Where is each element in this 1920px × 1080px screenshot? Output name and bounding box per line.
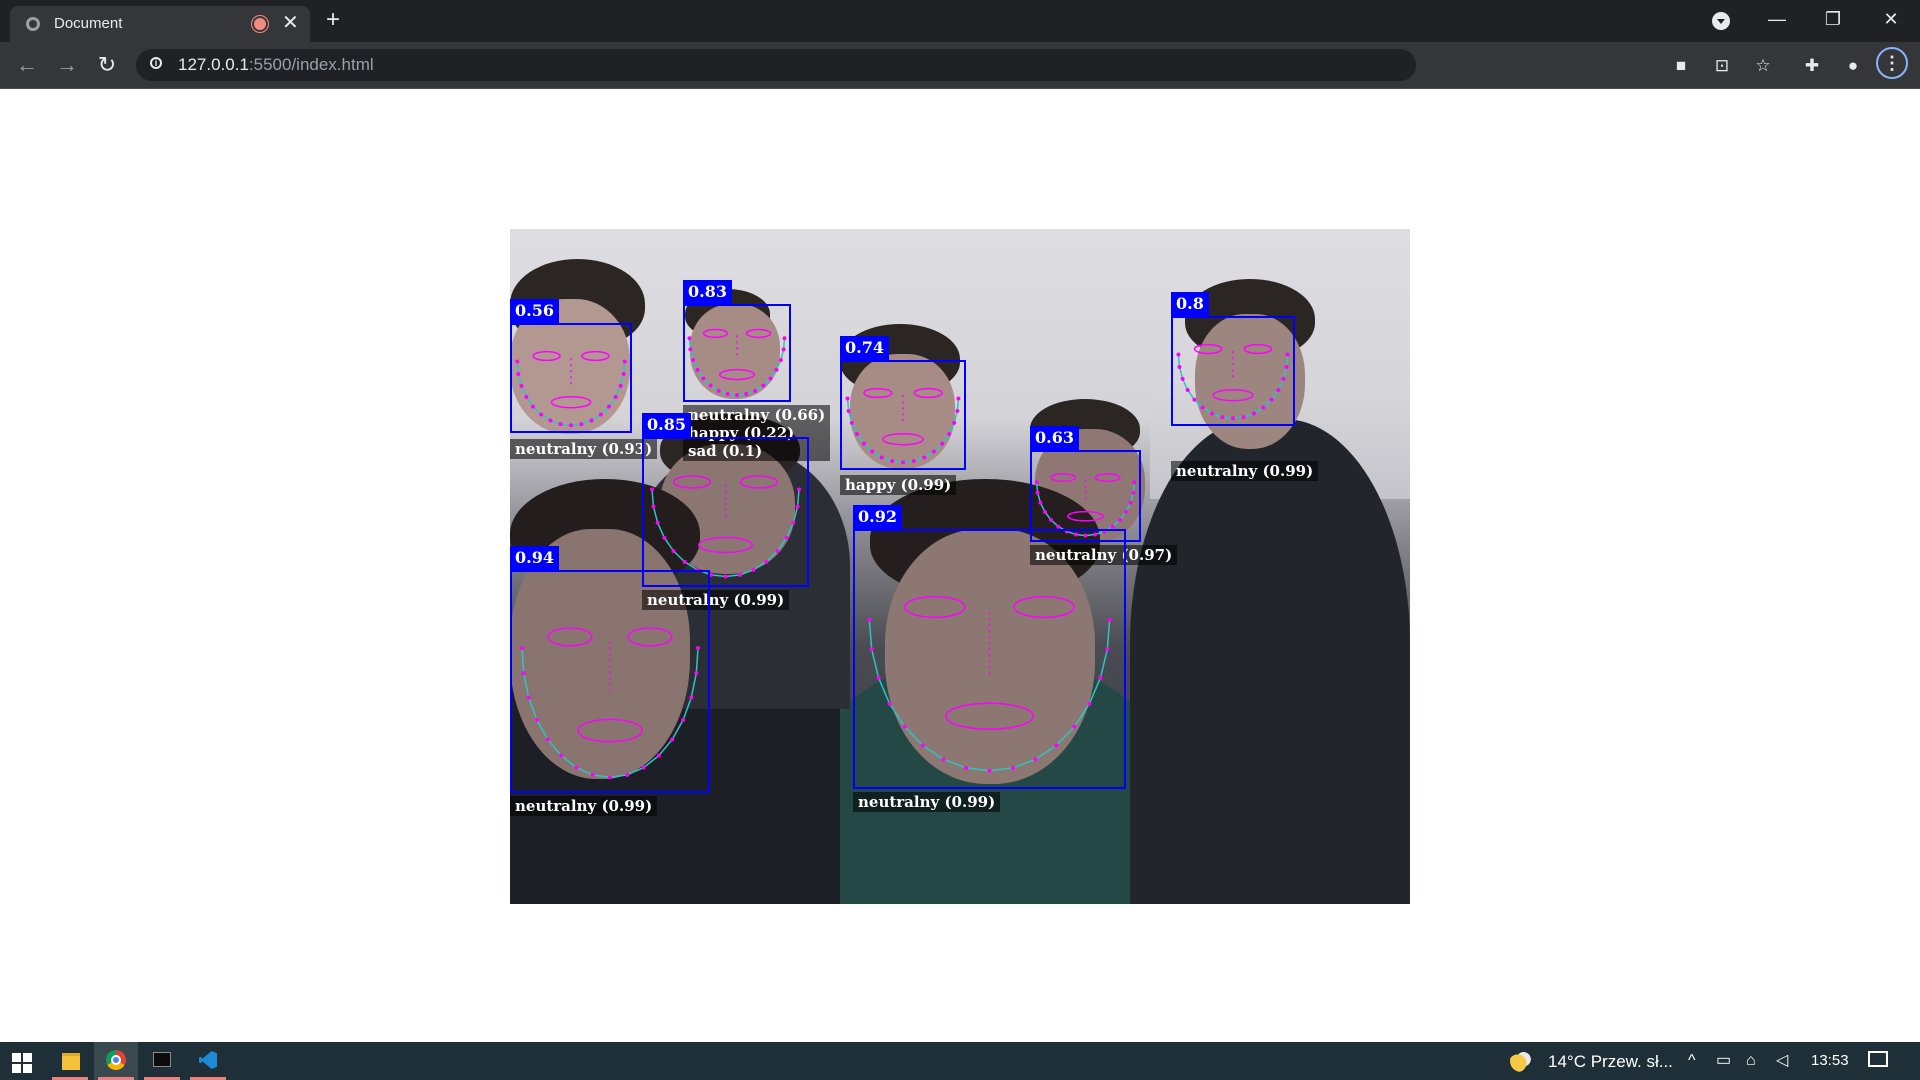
face-box [853,529,1126,789]
expression-label: neutralny (0.99) [510,796,658,816]
camera-icon[interactable]: ■ [1670,55,1692,77]
url-host: 127.0.0.1 [178,55,249,74]
webcam-canvas: 0.56 neutralny (0.93) 0.83 neutralny (0.… [510,229,1410,904]
browser-menu-icon[interactable]: ⋮ [1876,47,1908,79]
expression-line: neutralny (0.99) [858,793,996,811]
chevron-up-icon[interactable]: ^ [1688,1050,1696,1072]
back-button[interactable]: ← [12,50,42,80]
expression-label: happy (0.99) [840,475,957,495]
detection-score: 0.83 [683,280,732,304]
face-box [840,360,966,470]
minimize-button[interactable]: — [1762,4,1792,34]
detection-score: 0.92 [853,505,902,529]
expression-label: neutralny (0.99) [853,792,1001,812]
browser-tab[interactable]: Document ✕ [10,6,310,42]
globe-icon [26,17,40,31]
profile-icon[interactable]: ● [1842,55,1864,77]
address-bar[interactable]: i 127.0.0.1:5500/index.html [136,49,1416,81]
windows-start-icon[interactable] [12,1053,32,1073]
recording-indicator-icon [254,18,266,30]
tab-search-icon[interactable] [1712,12,1730,30]
restore-button[interactable]: ❐ [1818,4,1848,34]
vscode-icon[interactable] [186,1042,230,1080]
expression-label: neutralny (0.99) [1171,461,1319,481]
clock[interactable]: 13:53 [1811,1052,1849,1069]
extensions-icon[interactable]: ✚ [1801,55,1823,77]
expression-line: neutralny (0.99) [1176,462,1314,480]
face-box [510,323,632,433]
file-explorer-icon[interactable] [48,1042,92,1080]
url-text[interactable]: 127.0.0.1:5500/index.html [178,55,374,75]
detection-score: 0.85 [642,413,691,437]
terminal-icon[interactable] [140,1042,184,1080]
detection-score: 0.8 [1171,292,1209,316]
expression-line: neutralny (0.99) [515,797,653,815]
detection-score: 0.56 [510,299,559,323]
site-info-icon[interactable]: i [150,57,162,69]
detection-score: 0.94 [510,546,559,570]
expression-line: neutralny (0.93) [515,440,653,458]
face-box [683,304,791,402]
close-window-button[interactable]: ✕ [1876,4,1906,34]
windows-taskbar: 14°C Przew. sł... ^ ▭ ⌂ ◁ 13:53 [0,1042,1920,1080]
battery-icon[interactable]: ▭ [1716,1050,1731,1072]
detection-score: 0.63 [1030,426,1079,450]
browser-toolbar: ← → ↻ i 127.0.0.1:5500/index.html ■ ⊡ ☆ … [0,42,1920,89]
chrome-icon[interactable] [94,1042,138,1080]
weather-icon[interactable] [1510,1050,1532,1072]
face-box [1171,316,1295,426]
expression-label: neutralny (0.93) [510,439,658,459]
translate-icon[interactable]: ⊡ [1711,55,1733,77]
tab-strip: Document ✕ + — ❐ ✕ [0,0,1920,42]
weather-text[interactable]: 14°C Przew. sł... [1548,1052,1673,1072]
expression-line: happy (0.99) [845,476,952,494]
notification-icon[interactable] [1868,1051,1888,1067]
expression-line: neutralny (0.66) [688,406,826,424]
network-icon[interactable]: ⌂ [1746,1050,1756,1072]
url-path: :5500/index.html [248,55,374,74]
tab-title: Document [54,15,123,32]
tab-close-button[interactable]: ✕ [282,11,299,35]
forward-button[interactable]: → [52,50,82,80]
new-tab-button[interactable]: + [326,6,340,34]
volume-muted-icon[interactable]: ◁ [1776,1050,1788,1072]
face-box [510,570,710,793]
bookmark-star-icon[interactable]: ☆ [1752,55,1774,77]
detection-score: 0.74 [840,336,889,360]
reload-button[interactable]: ↻ [92,50,122,80]
face-box [642,437,809,587]
